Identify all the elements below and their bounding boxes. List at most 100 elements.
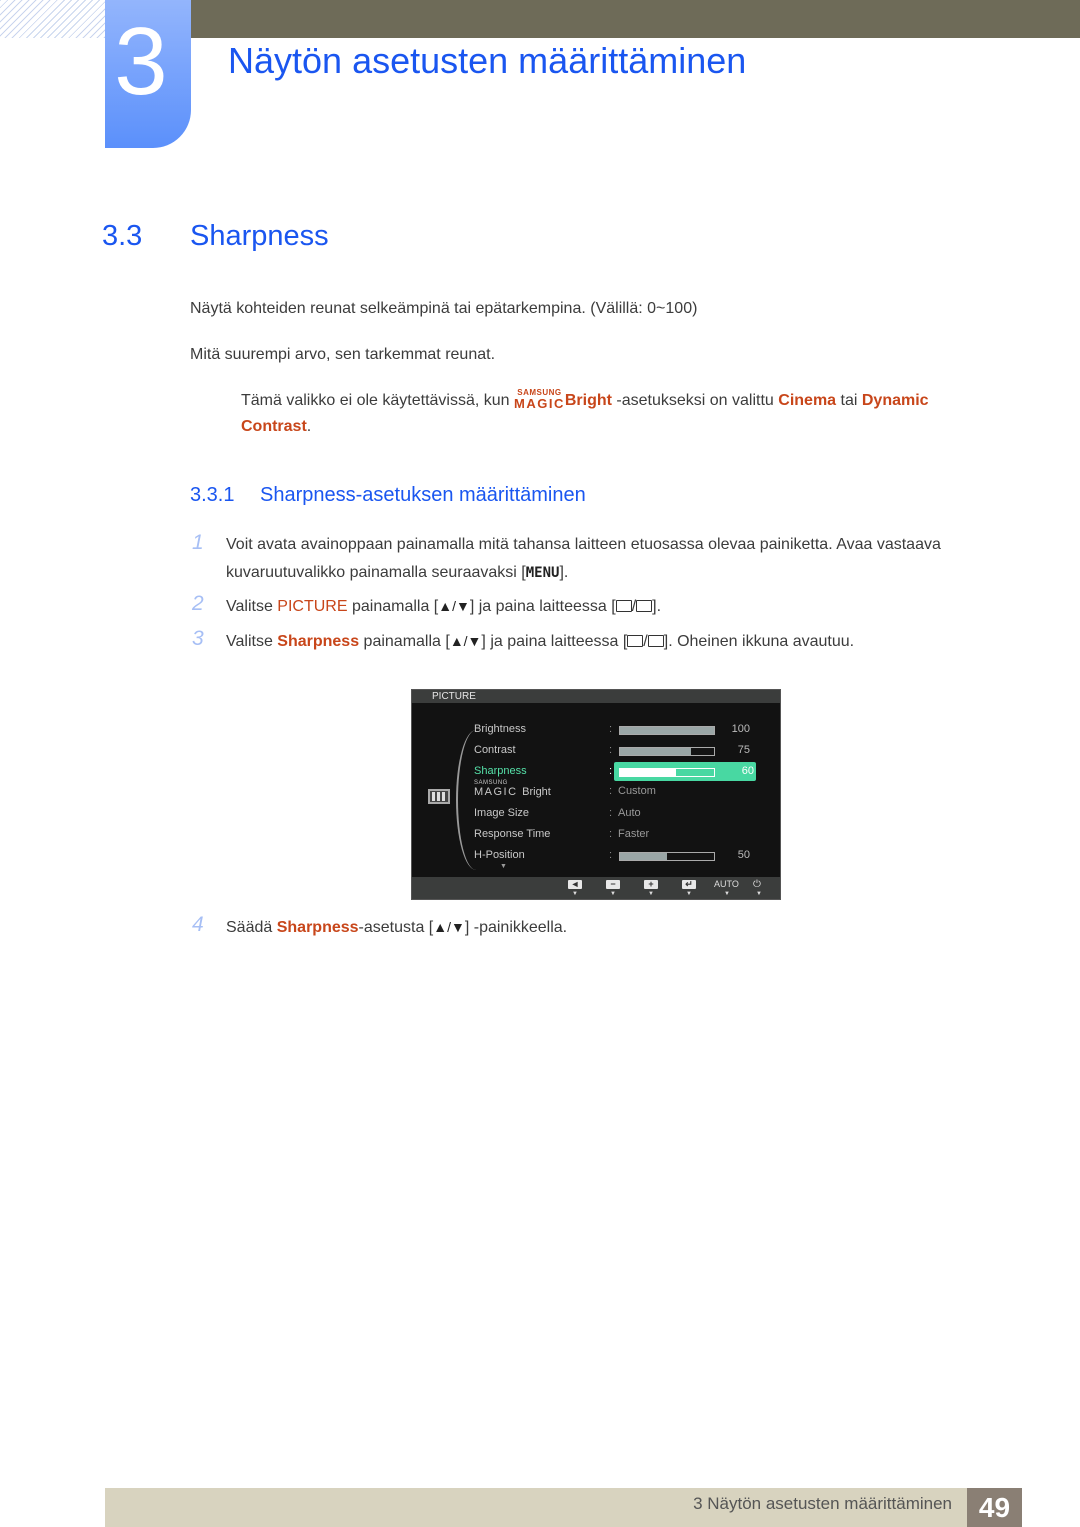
osd-slider-fill [620, 853, 667, 860]
step-text: painamalla [ [359, 633, 450, 650]
osd-menu-screenshot: PICTURE Brightness: 100 Contrast: 75 Sharpne… [411, 689, 781, 900]
osd-row: Sharpness: 60 [474, 762, 764, 782]
osd-slider [619, 768, 715, 777]
up-down-arrows-icon: ▲/▼ [433, 919, 465, 935]
footer-chapter-title: 3 Näytön asetusten määrittäminen [693, 1494, 952, 1513]
osd-slider-fill [620, 748, 691, 755]
osd-row-label: SAMSUNG MAGIC Bright [474, 780, 551, 798]
osd-slider [619, 726, 715, 735]
osd-slider-fill [620, 769, 677, 776]
magic-logo-magic: MAGIC [514, 396, 565, 411]
note-text: . [306, 418, 312, 435]
step-3: Valitse Sharpness painamalla [▲/▼] ja pa… [226, 627, 854, 656]
step-2: Valitse PICTURE painamalla [▲/▼] ja pain… [226, 592, 661, 621]
dynamic-term: Dynamic [861, 392, 929, 409]
step-text: ] -painikkeella. [464, 919, 568, 936]
source-button-icon [615, 600, 632, 612]
osd-row-label: H-Position [474, 849, 525, 861]
enter-button-icon [636, 600, 653, 612]
note-text: -asetukseksi on valittu [611, 392, 779, 409]
contrast-term: Contrast [241, 418, 307, 435]
osd-row-value: Auto [618, 807, 641, 819]
step-text: painamalla [ [347, 598, 439, 615]
header-bar [190, 0, 1080, 38]
step-text: Valitse [226, 598, 278, 615]
osd-row: Contrast: 75 [474, 741, 764, 761]
step-text: ] ja paina laitteessa [ [469, 598, 616, 615]
osd-slider [619, 852, 715, 861]
osd-row-value: Custom [618, 785, 656, 797]
osd-row-value: Faster [618, 828, 650, 840]
up-down-arrows-icon: ▲/▼ [449, 633, 482, 649]
chapter-tab: 3 [105, 0, 191, 148]
osd-slider [619, 747, 715, 756]
subsection-title: Sharpness-asetuksen määrittäminen [260, 484, 586, 506]
step-text: ] ja paina laitteessa [ [481, 633, 628, 650]
osd-magic-magic: MAGIC [474, 786, 523, 798]
step-1: Voit avata avainoppaan painamalla mitä t… [226, 531, 1026, 587]
minus-button-icon: − [606, 880, 620, 889]
osd-row: Image Size: Auto [474, 804, 764, 824]
osd-row-label: Brightness [474, 723, 526, 735]
chapter-number: 3 [114, 8, 168, 115]
arrow-down-icon: ▼ [756, 891, 762, 897]
section-title: Sharpness [190, 220, 329, 252]
step-text: -asetusta [ [358, 919, 434, 936]
enter-button-icon [647, 635, 664, 647]
step-text: Voit avata avainoppaan painamalla mitä t… [226, 536, 941, 553]
arrow-down-icon: ▼ [686, 891, 692, 897]
osd-magic-bright: Bright [522, 786, 551, 798]
section-number: 3.3 [102, 220, 143, 252]
osd-row-value: 100 [731, 723, 750, 735]
osd-row-value: 50 [737, 849, 750, 861]
osd-row-label: Contrast [474, 744, 516, 756]
osd-colon: : [609, 765, 613, 777]
sharpness-term: Sharpness [276, 919, 359, 936]
menu-key: MENU [525, 565, 560, 581]
power-button-icon: ⏻ [753, 879, 761, 890]
osd-button-bar: ◄ − + ↵ AUTO ⏻ ▼ ▼ ▼ ▼ ▼ ▼ [412, 877, 780, 899]
picture-menu-icon [428, 789, 450, 804]
osd-row-value: 75 [737, 744, 750, 756]
left-button-icon: ◄ [568, 880, 582, 889]
page-number: 49 [967, 1488, 1022, 1527]
arrow-down-icon: ▼ [648, 891, 654, 897]
chapter-title: Näytön asetusten määrittäminen [228, 40, 747, 81]
enter-button-icon: ↵ [682, 880, 696, 889]
step-text: ]. [652, 598, 662, 615]
arrow-down-icon: ▼ [610, 891, 616, 897]
osd-row-label: Sharpness [474, 765, 527, 777]
picture-term: PICTURE [277, 598, 348, 615]
auto-button-label: AUTO [714, 879, 739, 889]
subsection-number: 3.3.1 [190, 484, 235, 506]
osd-colon: : [609, 723, 613, 735]
plus-button-icon: + [644, 880, 658, 889]
cinema-term: Cinema [778, 392, 837, 409]
step-text: Säädä [226, 919, 277, 936]
osd-colon: : [609, 849, 613, 861]
osd-row: Brightness: 100 [474, 720, 764, 740]
source-button-icon [627, 635, 644, 647]
osd-colon: : [609, 828, 613, 840]
note-text: tai [836, 392, 862, 409]
step-number: 1 [192, 531, 204, 554]
osd-row-label: Image Size [474, 807, 530, 819]
sharpness-term: Sharpness [277, 633, 360, 650]
osd-row: SAMSUNG MAGIC Bright: Custom [474, 780, 764, 802]
osd-colon: : [609, 785, 613, 797]
step-number: 3 [192, 627, 204, 650]
osd-header: PICTURE [412, 690, 780, 703]
step-text: ]. Oheinen ikkuna avautuu. [663, 633, 855, 650]
osd-slider-fill [620, 727, 714, 734]
step-text: Valitse [226, 633, 278, 650]
decorative-hatch [0, 0, 105, 38]
osd-row-value: 60 [741, 765, 754, 777]
osd-row: Response Time: Faster [474, 825, 764, 845]
osd-title: PICTURE [432, 691, 476, 702]
magic-logo: SAMSUNG MAGIC [514, 389, 565, 411]
arrow-down-icon: ▼ [724, 891, 730, 897]
section-note-text: Mitä suurempi arvo, sen tarkemmat reunat… [190, 346, 496, 363]
osd-colon: : [609, 744, 613, 756]
step-text: ]. [559, 564, 569, 581]
osd-row-label: Response Time [474, 828, 551, 840]
